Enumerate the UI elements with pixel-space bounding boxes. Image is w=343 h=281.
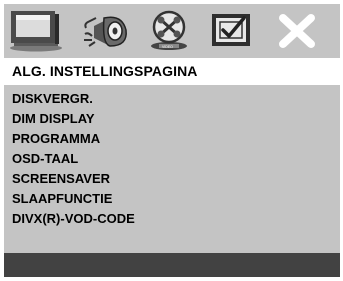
tab-close[interactable] — [272, 10, 322, 52]
general-setup-icon — [10, 11, 62, 52]
status-bar — [4, 253, 340, 277]
menu-item-divx-vod-code[interactable]: DIVX(R)-VOD-CODE — [12, 209, 135, 229]
menu-item-osd-taal[interactable]: OSD-TAAL — [12, 149, 78, 169]
tab-preference-setup[interactable] — [208, 10, 254, 52]
preference-setup-icon — [212, 14, 250, 46]
page-header: ALG. INSTELLINGSPAGINA — [4, 58, 340, 85]
close-icon — [279, 14, 315, 48]
setup-tab-bar: VIDEO — [4, 4, 340, 56]
video-setup-icon: VIDEO — [151, 10, 187, 50]
menu-item-screensaver[interactable]: SCREENSAVER — [12, 169, 110, 189]
menu-item-dim-display[interactable]: DIM DISPLAY — [12, 109, 95, 129]
settings-menu: DISKVERGR. DIM DISPLAY PROGRAMMA OSD-TAA… — [4, 85, 340, 253]
menu-item-diskvergr[interactable]: DISKVERGR. — [12, 89, 93, 109]
setup-screen: VIDEO ALG. INSTELLINGSPAGINA DISKVERGR. … — [4, 4, 340, 277]
page-title: ALG. INSTELLINGSPAGINA — [12, 63, 198, 79]
audio-setup-icon — [84, 16, 127, 47]
menu-item-slaapfunctie[interactable]: SLAAPFUNCTIE — [12, 189, 112, 209]
tab-general-setup[interactable] — [8, 10, 66, 52]
svg-text:VIDEO: VIDEO — [162, 45, 173, 49]
menu-item-programma[interactable]: PROGRAMMA — [12, 129, 100, 149]
tab-audio-setup[interactable] — [82, 10, 130, 52]
tab-video-setup[interactable]: VIDEO — [144, 10, 194, 52]
